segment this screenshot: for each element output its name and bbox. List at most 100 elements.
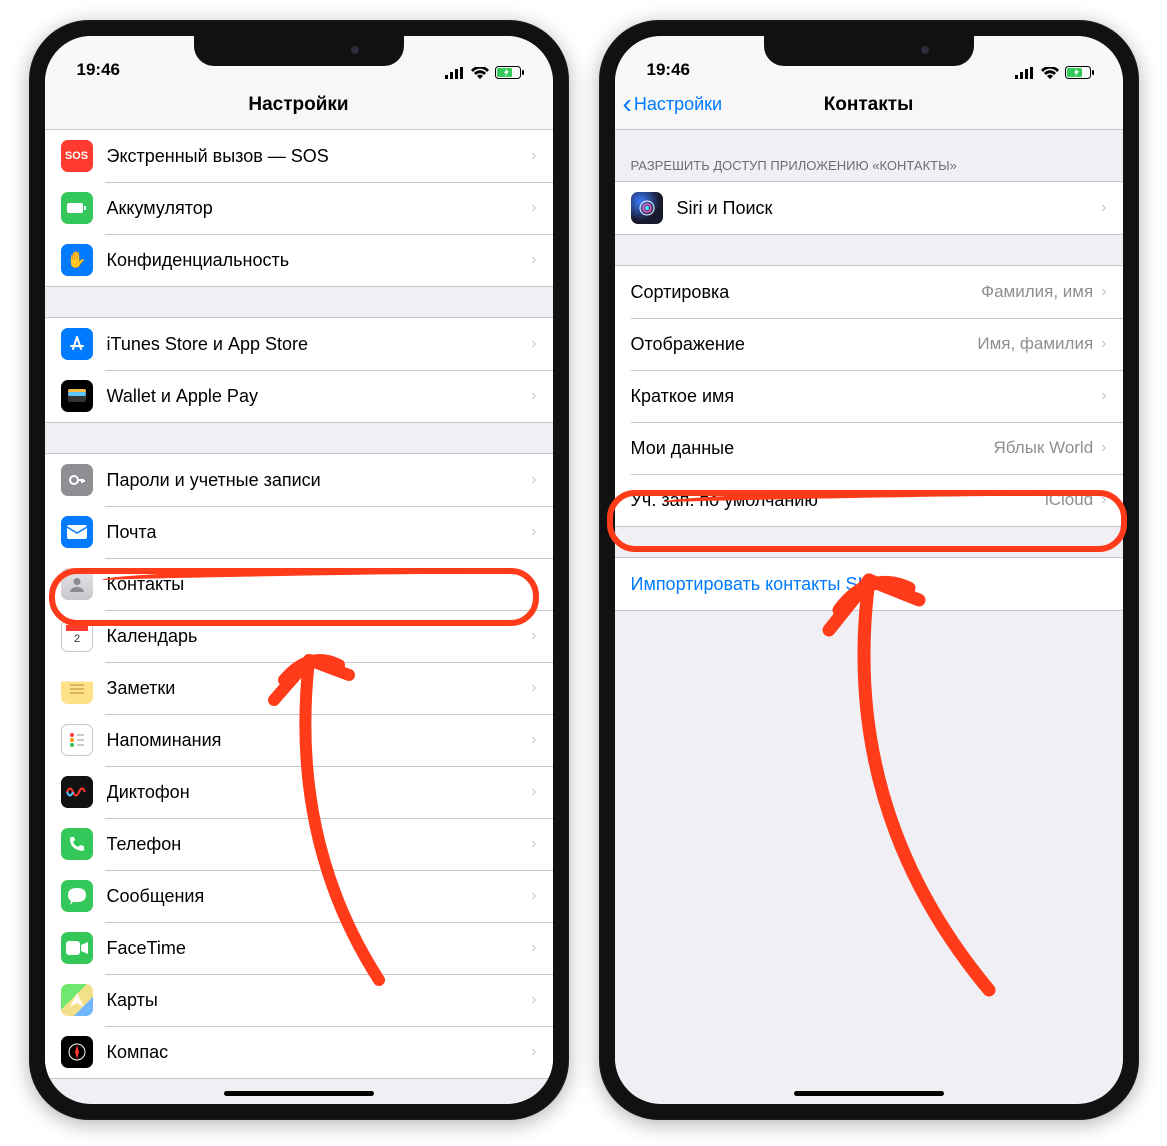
notch	[764, 36, 974, 66]
row-label: Мои данные	[631, 438, 994, 459]
row-compass[interactable]: Компас ›	[45, 1026, 553, 1078]
row-short-name[interactable]: Краткое имя ›	[615, 370, 1123, 422]
chevron-right-icon: ›	[531, 835, 536, 853]
chevron-right-icon: ›	[531, 147, 536, 165]
back-label: Настройки	[634, 94, 722, 115]
compass-icon	[61, 1036, 93, 1068]
row-value: Имя, фамилия	[977, 334, 1093, 354]
settings-list[interactable]: SOS Экстренный вызов — SOS › Аккумулятор…	[45, 130, 553, 1098]
row-passwords[interactable]: Пароли и учетные записи ›	[45, 454, 553, 506]
row-display-order[interactable]: Отображение Имя, фамилия ›	[615, 318, 1123, 370]
row-reminders[interactable]: Напоминания ›	[45, 714, 553, 766]
row-label: Отображение	[631, 334, 978, 355]
row-sos[interactable]: SOS Экстренный вызов — SOS ›	[45, 130, 553, 182]
row-my-info[interactable]: Мои данные Яблык World ›	[615, 422, 1123, 474]
group-contact-prefs: Сортировка Фамилия, имя › Отображение Им…	[615, 265, 1123, 527]
chevron-right-icon: ›	[531, 575, 536, 593]
row-maps[interactable]: Карты ›	[45, 974, 553, 1026]
row-label: Напоминания	[107, 730, 532, 751]
passwords-icon	[61, 464, 93, 496]
notes-icon	[61, 672, 93, 704]
row-label: iTunes Store и App Store	[107, 334, 532, 355]
row-label: Конфиденциальность	[107, 250, 532, 271]
home-indicator[interactable]	[794, 1091, 944, 1096]
maps-icon	[61, 984, 93, 1016]
svg-text:2: 2	[73, 633, 79, 645]
row-label: Аккумулятор	[107, 198, 532, 219]
row-mail[interactable]: Почта ›	[45, 506, 553, 558]
privacy-icon: ✋	[61, 244, 93, 276]
chevron-right-icon: ›	[531, 939, 536, 957]
phone-icon	[61, 828, 93, 860]
page-title: Настройки	[248, 94, 348, 116]
chevron-right-icon: ›	[1101, 199, 1106, 217]
row-label: Почта	[107, 522, 532, 543]
row-notes[interactable]: Заметки ›	[45, 662, 553, 714]
row-label: Контакты	[107, 574, 532, 595]
chevron-right-icon: ›	[1101, 335, 1106, 353]
row-label: Wallet и Apple Pay	[107, 386, 532, 407]
chevron-right-icon: ›	[531, 471, 536, 489]
notch	[194, 36, 404, 66]
mail-icon	[61, 516, 93, 548]
row-value: Фамилия, имя	[981, 282, 1093, 302]
section-header: РАЗРЕШИТЬ ДОСТУП ПРИЛОЖЕНИЮ «КОНТАКТЫ»	[615, 130, 1123, 181]
row-privacy[interactable]: ✋ Конфиденциальность ›	[45, 234, 553, 286]
row-battery[interactable]: Аккумулятор ›	[45, 182, 553, 234]
phone-right: 19:46 ‹ Настройки Контакты РАЗРЕШИТ	[599, 20, 1139, 1120]
row-phone[interactable]: Телефон ›	[45, 818, 553, 870]
row-contacts[interactable]: Контакты ›	[45, 558, 553, 610]
home-indicator[interactable]	[224, 1091, 374, 1096]
chevron-right-icon: ›	[531, 335, 536, 353]
row-siri-search[interactable]: Siri и Поиск ›	[615, 182, 1123, 234]
battery-app-icon	[61, 192, 93, 224]
messages-icon	[61, 880, 93, 912]
row-label: FaceTime	[107, 938, 532, 959]
voice-memos-icon	[61, 776, 93, 808]
row-voicememos[interactable]: Диктофон ›	[45, 766, 553, 818]
sos-icon: SOS	[61, 140, 93, 172]
battery-icon	[1065, 66, 1095, 80]
row-value: Яблык World	[994, 438, 1094, 458]
row-messages[interactable]: Сообщения ›	[45, 870, 553, 922]
chevron-right-icon: ›	[531, 387, 536, 405]
row-label: Компас	[107, 1042, 532, 1063]
row-label: Уч. зап. по умолчанию	[631, 490, 1045, 511]
contacts-settings-list[interactable]: РАЗРЕШИТЬ ДОСТУП ПРИЛОЖЕНИЮ «КОНТАКТЫ» S…	[615, 130, 1123, 1098]
chevron-right-icon: ›	[531, 523, 536, 541]
row-sort-order[interactable]: Сортировка Фамилия, имя ›	[615, 266, 1123, 318]
group-general: SOS Экстренный вызов — SOS › Аккумулятор…	[45, 130, 553, 287]
row-label: Сообщения	[107, 886, 532, 907]
row-value: iCloud	[1045, 490, 1093, 510]
row-facetime[interactable]: FaceTime ›	[45, 922, 553, 974]
chevron-right-icon: ›	[1101, 387, 1106, 405]
row-calendar[interactable]: 2 Календарь ›	[45, 610, 553, 662]
status-time: 19:46	[77, 60, 120, 80]
chevron-right-icon: ›	[531, 627, 536, 645]
nav-bar: ‹ Настройки Контакты	[615, 80, 1123, 130]
row-wallet[interactable]: Wallet и Apple Pay ›	[45, 370, 553, 422]
row-label: Телефон	[107, 834, 532, 855]
status-time: 19:46	[647, 60, 690, 80]
row-import-sim[interactable]: Импортировать контакты SIM	[615, 558, 1123, 610]
chevron-right-icon: ›	[531, 991, 536, 1009]
row-label: Импортировать контакты SIM	[631, 574, 1107, 595]
row-label: Пароли и учетные записи	[107, 470, 532, 491]
chevron-right-icon: ›	[531, 1043, 536, 1061]
calendar-icon: 2	[61, 620, 93, 652]
back-button[interactable]: ‹ Настройки	[623, 94, 723, 115]
group-import: Импортировать контакты SIM	[615, 557, 1123, 611]
chevron-right-icon: ›	[531, 199, 536, 217]
row-default-account[interactable]: Уч. зап. по умолчанию iCloud ›	[615, 474, 1123, 526]
chevron-right-icon: ›	[531, 731, 536, 749]
wifi-icon	[1041, 67, 1059, 79]
row-appstore[interactable]: iTunes Store и App Store ›	[45, 318, 553, 370]
nav-bar: Настройки	[45, 80, 553, 130]
wifi-icon	[471, 67, 489, 79]
chevron-right-icon: ›	[531, 887, 536, 905]
chevron-right-icon: ›	[1101, 491, 1106, 509]
cellular-signal-icon	[1015, 67, 1035, 79]
row-label: Siri и Поиск	[677, 198, 1102, 219]
chevron-right-icon: ›	[531, 679, 536, 697]
row-label: Заметки	[107, 678, 532, 699]
